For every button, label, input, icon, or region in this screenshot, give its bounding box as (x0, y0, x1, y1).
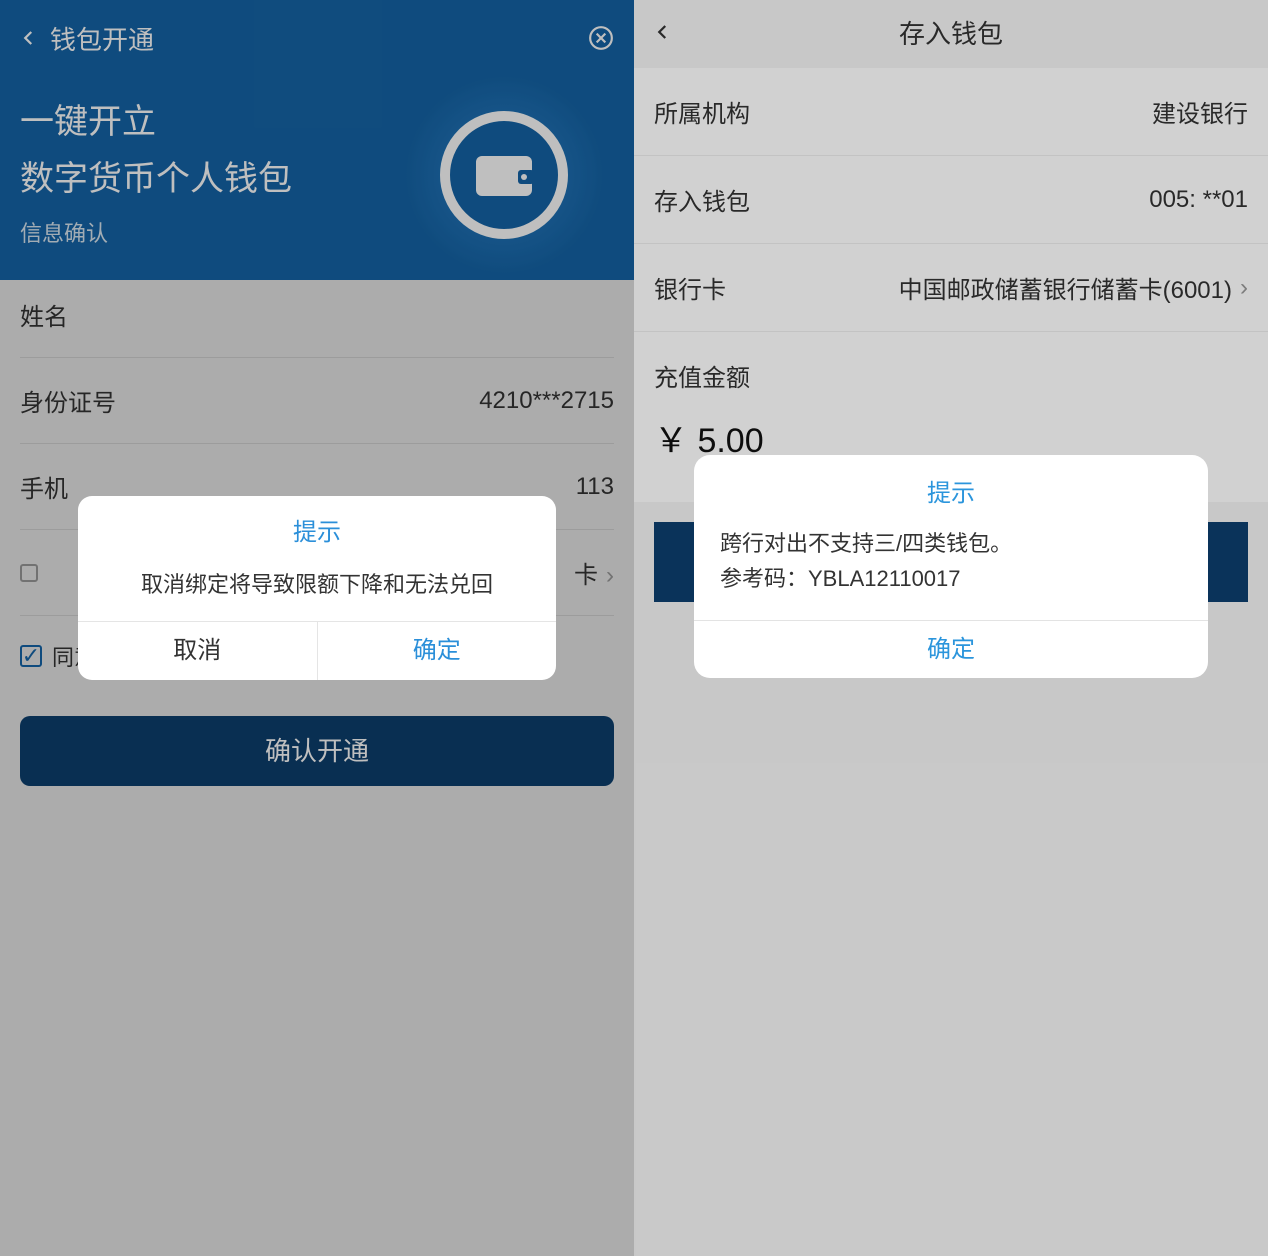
close-icon[interactable] (588, 25, 614, 51)
modal-title: 提示 (694, 455, 1208, 520)
phone-value: 113 (576, 473, 614, 501)
org-value: 建设银行 (1152, 94, 1248, 129)
modal-title: 提示 (78, 496, 556, 563)
wallet-icon (474, 150, 534, 200)
wallet-value: 005: **01 (1149, 186, 1248, 214)
modal-body-line1: 跨行对出不支持三/四类钱包。 (720, 526, 1182, 561)
row-name[interactable]: 姓名 (20, 272, 614, 358)
row-org: 所属机构 建设银行 (634, 68, 1268, 156)
agree-checkbox[interactable]: ✓ (20, 645, 42, 667)
confirm-modal: 提示 取消绑定将导致限额下降和无法兑回 取消 确定 (78, 496, 556, 680)
modal-actions: 取消 确定 (78, 621, 556, 680)
screen-wallet-open: 钱包开通 一键开立 数字货币个人钱包 信息确认 姓名 身份证号 4210***2… (0, 0, 634, 1256)
back-icon[interactable] (20, 29, 38, 47)
header-banner: 钱包开通 一键开立 数字货币个人钱包 信息确认 (0, 0, 634, 280)
org-label: 所属机构 (654, 94, 750, 129)
modal-body-line2: 参考码：YBLA12110017 (720, 561, 1182, 596)
modal-body: 跨行对出不支持三/四类钱包。 参考码：YBLA12110017 (694, 520, 1208, 620)
confirm-open-button[interactable]: 确认开通 (20, 716, 614, 786)
card-label: 银行卡 (654, 270, 726, 305)
info-modal: 提示 跨行对出不支持三/四类钱包。 参考码：YBLA12110017 确定 (694, 455, 1208, 678)
chevron-right-icon: › (1240, 274, 1248, 302)
amount-label: 充值金额 (634, 332, 1268, 393)
nav-title: 钱包开通 (50, 20, 588, 57)
row-id[interactable]: 身份证号 4210***2715 (20, 358, 614, 444)
screen-deposit: 存入钱包 所属机构 建设银行 存入钱包 005: **01 银行卡 中国邮政储蓄… (634, 0, 1268, 1256)
id-label: 身份证号 (20, 383, 116, 418)
row-card[interactable]: 银行卡 中国邮政储蓄银行储蓄卡(6001) › (634, 244, 1268, 332)
phone-label: 手机 (20, 469, 68, 504)
ok-button[interactable]: 确定 (318, 622, 557, 680)
name-label: 姓名 (20, 297, 68, 332)
card-checkbox-icon[interactable] (20, 564, 38, 582)
card-value: 中国邮政储蓄银行储蓄卡(6001) › (899, 270, 1248, 305)
id-value: 4210***2715 (479, 387, 614, 415)
form-panel: 所属机构 建设银行 存入钱包 005: **01 银行卡 中国邮政储蓄银行储蓄卡… (634, 68, 1268, 502)
modal-body: 取消绑定将导致限额下降和无法兑回 (78, 563, 556, 621)
ok-button[interactable]: 确定 (694, 620, 1208, 678)
wallet-ring (440, 111, 568, 239)
wallet-label: 存入钱包 (654, 182, 750, 217)
card-suffix: 卡› (574, 555, 614, 590)
card-bind-label (20, 559, 48, 587)
cancel-button[interactable]: 取消 (78, 622, 318, 680)
chevron-right-icon: › (606, 562, 614, 589)
wallet-illustration (404, 75, 604, 275)
nav-bar: 存入钱包 (634, 0, 1268, 64)
nav-bar: 钱包开通 (20, 18, 614, 58)
nav-title: 存入钱包 (654, 14, 1248, 51)
row-wallet[interactable]: 存入钱包 005: **01 (634, 156, 1268, 244)
